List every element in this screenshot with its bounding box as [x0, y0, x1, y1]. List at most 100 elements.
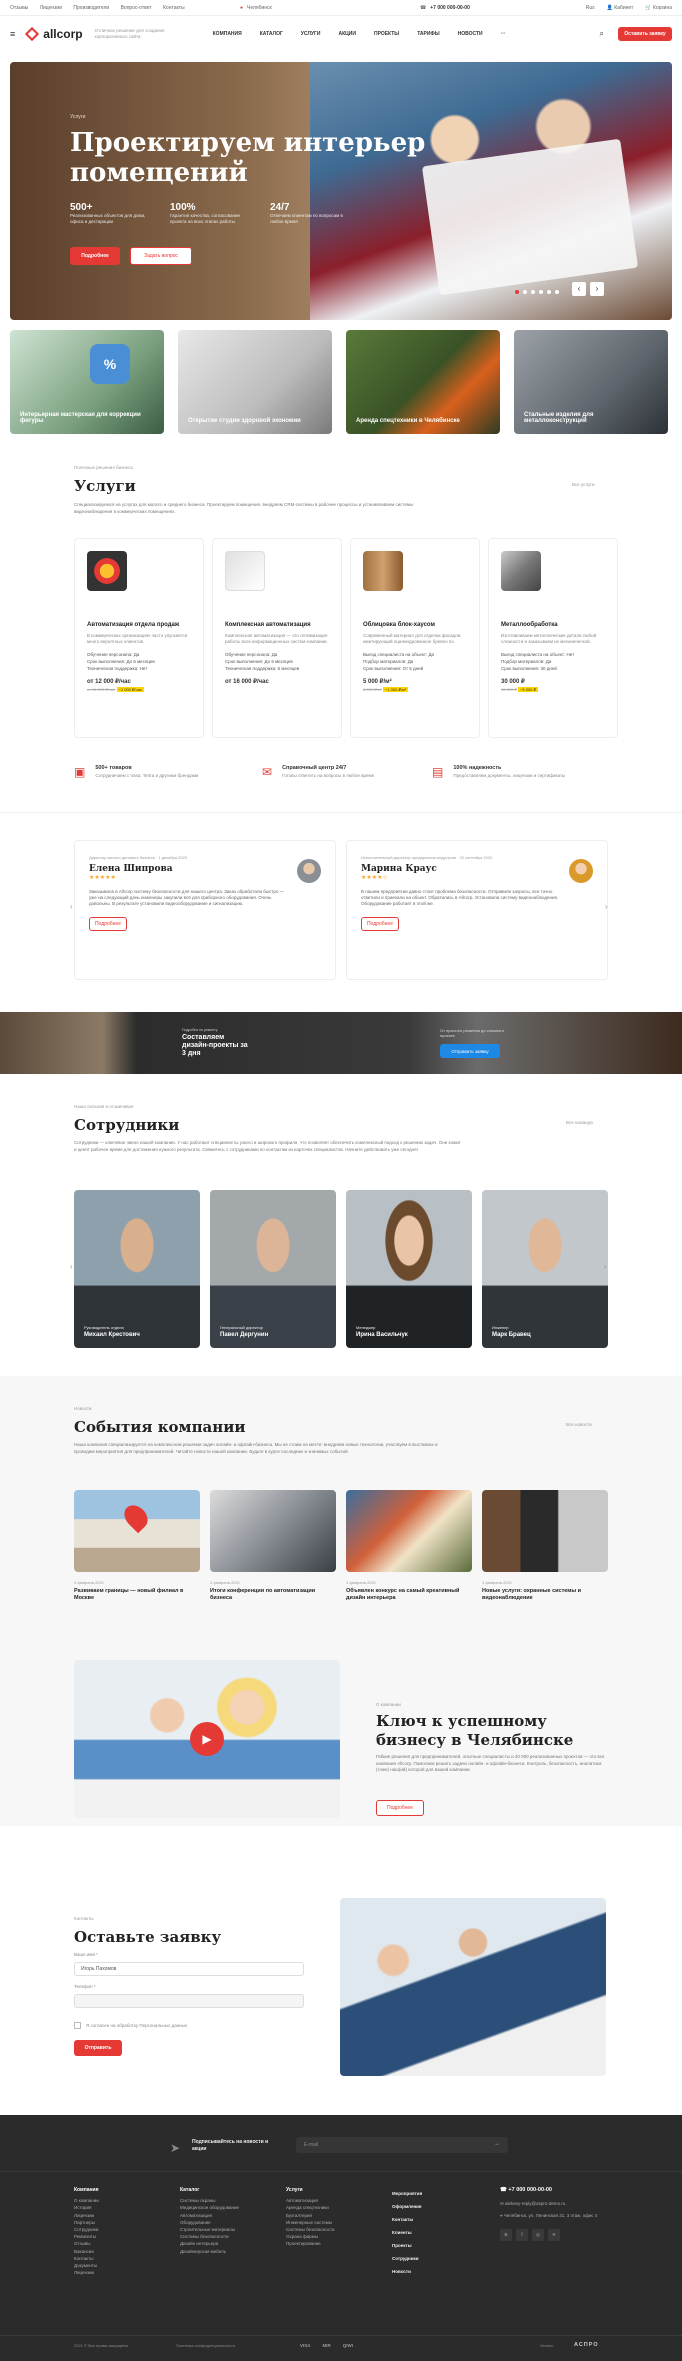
logo[interactable]: allcorp [43, 27, 82, 41]
footer-link[interactable]: О компании [74, 2197, 99, 2204]
promo-card[interactable]: Открытие студии здоровой экономии [178, 330, 332, 434]
footer-link[interactable]: Медицинское оборудование [180, 2204, 239, 2211]
footer-link[interactable]: Автоматизация [180, 2212, 239, 2219]
subscribe-email-input[interactable]: E-mail [296, 2137, 508, 2153]
footer-link[interactable]: Партнеры [74, 2219, 99, 2226]
telegram-icon[interactable]: ✈ [548, 2229, 560, 2242]
nav-tariffs[interactable]: ТАРИФЫ [417, 31, 439, 37]
reviews-next-icon[interactable]: › [605, 902, 608, 911]
promo-card[interactable]: Аренда спецтехники в Челябинске [346, 330, 500, 434]
footer-link[interactable]: Лицензии [74, 2212, 99, 2219]
footer-link[interactable]: Лицензии [74, 2269, 99, 2276]
footer-link[interactable]: Системы охраны [180, 2197, 239, 2204]
instagram-icon[interactable]: ◎ [532, 2229, 544, 2242]
footer-link[interactable]: Мероприятия [392, 2187, 422, 2200]
promo-card[interactable]: % Интерьерная мастерская для коррекции ф… [10, 330, 164, 434]
consent-checkbox[interactable] [74, 2022, 81, 2029]
topbar-phone[interactable]: ☎ +7 000 000-00-00 [420, 5, 470, 11]
review-more-button[interactable]: Подробнее [89, 917, 127, 931]
about-more-button[interactable]: Подробнее [376, 1800, 424, 1816]
footer-link[interactable]: Проекты [392, 2239, 422, 2252]
footer-link[interactable]: Новости [392, 2265, 422, 2278]
promo-card[interactable]: Стальные изделия для металлоконструкций [514, 330, 668, 434]
topbar-link-reviews[interactable]: Отзывы [10, 5, 28, 11]
slider-prev-icon[interactable]: ‹ [572, 282, 586, 296]
employee-card[interactable]: Руководитель отдела Михаил Крестович [74, 1190, 200, 1348]
play-icon[interactable]: ▶ [190, 1722, 224, 1756]
topbar-link-manufacturers[interactable]: Производители [73, 5, 109, 11]
employee-card[interactable]: Генеральный директор Павел Дергунин [210, 1190, 336, 1348]
reviews-prev-icon[interactable]: ‹ [70, 902, 73, 911]
hero-more-button[interactable]: Подробнее [70, 247, 120, 265]
service-card[interactable]: Автоматизация отдела продаж В коммерческ… [74, 538, 204, 738]
nav-company[interactable]: КОМПАНИЯ [213, 31, 242, 37]
footer-link[interactable]: Аренда спецтехники [286, 2204, 335, 2211]
nav-services[interactable]: УСЛУГИ [301, 31, 321, 37]
topbar-link-licenses[interactable]: Лицензии [40, 5, 62, 11]
news-card[interactable]: 4 февраля 2021 Развиваем границы — новый… [74, 1490, 200, 1602]
aspro-logo[interactable]: АСПРО [574, 2342, 599, 2348]
news-card[interactable]: 1 февраля 2021 Объявлен конкурс на самый… [346, 1490, 472, 1602]
slider-next-icon[interactable]: › [590, 282, 604, 296]
cabinet-link[interactable]: 👤 Кабинет [607, 5, 634, 11]
topbar-link-faq[interactable]: Вопрос-ответ [121, 5, 152, 11]
employee-card[interactable]: Инженер Марк Бравец [482, 1190, 608, 1348]
slider-dot[interactable] [523, 290, 527, 294]
nav-promo[interactable]: АКЦИИ [338, 31, 356, 37]
hero-question-button[interactable]: Задать вопрос [130, 247, 192, 265]
search-icon[interactable]: ⌕ [600, 29, 604, 39]
footer-phone[interactable]: ☎ +7 000 000-00-00 [500, 2187, 610, 2194]
team-prev-icon[interactable]: ‹ [70, 1262, 73, 1271]
footer-link[interactable]: Оборудование [180, 2219, 239, 2226]
footer-link[interactable]: Системы безопасности [180, 2233, 239, 2240]
banner-request-button[interactable]: Отправить заявку [440, 1044, 500, 1058]
footer-link[interactable]: Инженерные системы [286, 2219, 335, 2226]
team-next-icon[interactable]: › [604, 1262, 607, 1271]
slider-dot[interactable] [555, 290, 559, 294]
cart-link[interactable]: 🛒 Корзина [645, 5, 672, 11]
slider-dot[interactable] [539, 290, 543, 294]
city-select[interactable]: ● Челябинск [240, 5, 272, 11]
nav-projects[interactable]: ПРОЕКТЫ [374, 31, 399, 37]
footer-link[interactable]: Дизайн интерьера [180, 2240, 239, 2247]
footer-link[interactable]: Документы [74, 2262, 99, 2269]
facebook-icon[interactable]: f [516, 2229, 528, 2242]
nav-catalog[interactable]: КАТАЛОГ [260, 31, 283, 37]
slider-dot[interactable] [531, 290, 535, 294]
footer-link[interactable]: Реквизиты [74, 2233, 99, 2240]
news-card[interactable]: 1 февраля 2021 Новые услуги: охранные си… [482, 1490, 608, 1602]
slider-dot[interactable] [547, 290, 551, 294]
news-card[interactable]: 2 февраля 2021 Итоги конференции по авто… [210, 1490, 336, 1602]
footer-link[interactable]: История [74, 2204, 99, 2211]
services-all-link[interactable]: Все услуги [572, 482, 595, 487]
footer-link[interactable]: Автоматизация [286, 2197, 335, 2204]
subscribe-arrow-icon[interactable]: → [494, 2141, 500, 2147]
news-all-link[interactable]: Все новости [566, 1422, 592, 1427]
menu-icon[interactable]: ≡ [10, 29, 15, 39]
footer-link[interactable]: Проектирование [286, 2240, 335, 2247]
employee-card[interactable]: Менеджер Ирина Васильчук [346, 1190, 472, 1348]
slider-dot[interactable] [515, 290, 519, 294]
service-card[interactable]: Металлообработка Изготавливаем металличе… [488, 538, 618, 738]
footer-link[interactable]: Строительные материалы [180, 2226, 239, 2233]
vk-icon[interactable]: В [500, 2229, 512, 2242]
team-all-link[interactable]: Все команда [566, 1120, 593, 1125]
footer-link[interactable]: Бухгалтерия [286, 2212, 335, 2219]
submit-button[interactable]: Отправить [74, 2040, 122, 2056]
footer-link[interactable]: Контакты [392, 2213, 422, 2226]
name-input[interactable]: Игорь Пахомов [74, 1962, 304, 1976]
footer-link[interactable]: Сотрудники [392, 2252, 422, 2265]
footer-link[interactable]: Охрана фирмы [286, 2233, 335, 2240]
footer-link[interactable]: Клиенты [392, 2226, 422, 2239]
privacy-link[interactable]: Политика конфиденциальности [176, 2343, 235, 2348]
nav-news[interactable]: НОВОСТИ [458, 31, 483, 37]
nav-more[interactable]: ··· [501, 31, 506, 37]
footer-link[interactable]: Сотрудники [74, 2226, 99, 2233]
header-cta-button[interactable]: Оставить заявку [618, 27, 672, 41]
lang-select[interactable]: Rus [586, 5, 595, 11]
service-card[interactable]: Облицовка блок-хаусом Современный матери… [350, 538, 480, 738]
phone-input[interactable] [74, 1994, 304, 2008]
service-card[interactable]: Комплексная автоматизация Комплексная ав… [212, 538, 342, 738]
footer-link[interactable]: Отзывы [74, 2240, 99, 2247]
footer-email[interactable]: ✉ aleksey-reply@aspro-demo.ru [500, 2200, 610, 2207]
